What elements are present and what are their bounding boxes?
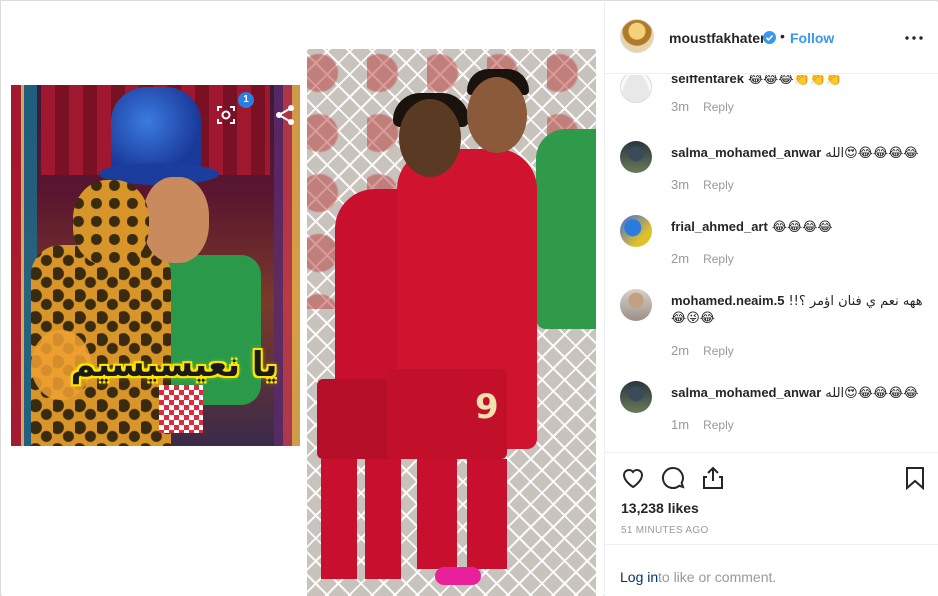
comment-text: الله😍😂😂😂😂: [825, 386, 919, 401]
author-username[interactable]: moustfakhater: [669, 30, 765, 46]
football-image-right: 9: [307, 49, 596, 596]
commenter-username[interactable]: seiffentarek: [671, 75, 744, 86]
comment-list[interactable]: seiffentarek 😂😂😂👏👏👏 3m Reply salma_mohame…: [605, 75, 938, 452]
comment-time: 1m: [671, 417, 690, 432]
bookmark-icon[interactable]: [902, 465, 928, 491]
post-media[interactable]: يا نعيسيسيم 1 9: [2, 2, 603, 596]
separator: •: [780, 28, 785, 44]
meme-image-left: يا نعيسيسيم: [11, 85, 300, 446]
post-window: يا نعيسيسيم 1 9 moustfakhater • Follow s…: [0, 0, 938, 596]
post-timestamp: 51 MINUTES AGO: [621, 525, 709, 536]
reply-button[interactable]: Reply: [703, 100, 734, 114]
commenter-avatar[interactable]: [620, 381, 652, 413]
login-prompt: Log in to like or comment.: [605, 544, 938, 596]
heart-icon[interactable]: [620, 465, 646, 491]
commenter-avatar[interactable]: [620, 75, 652, 103]
follow-button[interactable]: Follow: [790, 30, 834, 46]
reply-button[interactable]: Reply: [703, 252, 734, 266]
commenter-avatar[interactable]: [620, 141, 652, 173]
comment-text: 😂😂😂👏👏👏: [747, 75, 843, 87]
meme-caption: يا نعيسيسيم: [70, 345, 278, 385]
author-avatar[interactable]: [620, 19, 654, 53]
post-actions: 13,238 likes 51 MINUTES AGO: [605, 452, 938, 544]
login-prompt-text: to like or comment.: [658, 569, 777, 585]
comment-text: الله😍😂😂😂😂: [825, 146, 919, 161]
reply-button[interactable]: Reply: [703, 178, 734, 192]
shirt-number: 9: [475, 387, 499, 427]
post-sidebar: moustfakhater • Follow seiffentarek 😂😂😂👏👏…: [604, 2, 938, 596]
share-post-icon[interactable]: [700, 465, 726, 491]
comment-text-line2: 😂😜😂: [671, 311, 715, 326]
comment-text: 😂😂😂😂: [771, 220, 833, 235]
comment-time: 3m: [671, 99, 690, 114]
comment-time: 3m: [671, 177, 690, 192]
likes-count[interactable]: 13,238 likes: [621, 500, 699, 516]
commenter-username[interactable]: frial_ahmed_art: [671, 219, 768, 234]
carousel-count-badge: 1: [238, 92, 254, 108]
reply-button[interactable]: Reply: [703, 344, 734, 358]
comment-time: 2m: [671, 251, 690, 266]
login-link[interactable]: Log in: [620, 569, 658, 585]
post-header: moustfakhater • Follow: [605, 2, 938, 74]
lens-icon[interactable]: [216, 105, 236, 125]
commenter-username[interactable]: mohamed.neaim.5: [671, 293, 784, 308]
commenter-avatar[interactable]: [620, 289, 652, 321]
commenter-avatar[interactable]: [620, 215, 652, 247]
verified-icon: [763, 31, 776, 44]
commenter-username[interactable]: salma_mohamed_anwar: [671, 385, 821, 400]
comment-time: 2m: [671, 343, 690, 358]
commenter-username[interactable]: salma_mohamed_anwar: [671, 145, 821, 160]
reply-button[interactable]: Reply: [703, 418, 734, 432]
comment-icon[interactable]: [660, 465, 686, 491]
comment-text: !!ههه نعم ي فنان اؤمر ؟: [788, 294, 923, 309]
share-icon[interactable]: [274, 104, 296, 126]
more-options-icon[interactable]: [905, 36, 923, 40]
